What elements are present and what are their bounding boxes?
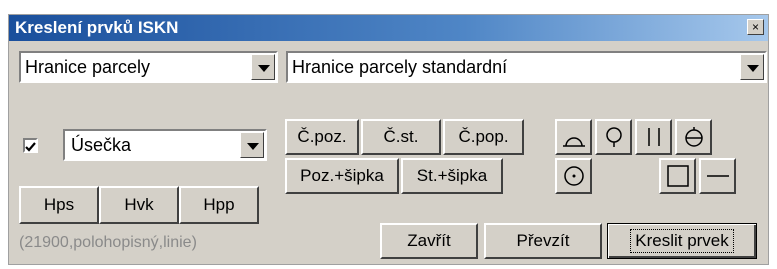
draw-element-label: Kreslit prvek xyxy=(630,229,734,253)
circle-dot-icon xyxy=(563,166,584,186)
hps-button[interactable]: Hps xyxy=(19,186,99,224)
chevron-down-icon[interactable] xyxy=(240,132,264,158)
circle-dot-button[interactable] xyxy=(555,158,592,194)
checkmark-icon xyxy=(25,142,36,152)
square-button[interactable] xyxy=(659,158,696,194)
close-button[interactable]: Zavřít xyxy=(380,223,478,259)
chevron-down-icon[interactable] xyxy=(740,54,764,80)
arc-bottom-icon xyxy=(562,137,585,147)
hvk-button[interactable]: Hvk xyxy=(99,186,179,224)
title-bar: Kreslení prvků ISKN × xyxy=(9,15,768,41)
dialog-window: Kreslení prvků ISKN × Hranice parcely Hr… xyxy=(8,14,769,265)
type-checkbox[interactable] xyxy=(23,138,38,153)
square-icon xyxy=(666,165,689,187)
status-text: (21900,polohopisný,linie) xyxy=(19,234,197,251)
cpoz-button[interactable]: Č.poz. xyxy=(285,119,359,155)
arc-top-button[interactable] xyxy=(595,119,632,155)
arc-bottom-button[interactable] xyxy=(555,119,592,155)
close-window-button[interactable]: × xyxy=(747,19,764,35)
two-lines-button[interactable] xyxy=(635,119,672,155)
hpp-button[interactable]: Hpp xyxy=(179,186,259,224)
arc-top-icon xyxy=(605,127,622,147)
poz-sipka-button[interactable]: Poz.+šipka xyxy=(285,158,399,194)
draw-element-button[interactable]: Kreslit prvek xyxy=(607,223,757,259)
two-lines-icon xyxy=(647,128,660,146)
type-combo[interactable]: Úsečka xyxy=(63,129,267,161)
layer-combo[interactable]: Hranice parcely xyxy=(19,51,278,83)
cpop-button[interactable]: Č.pop. xyxy=(443,119,524,155)
style-combo-value: Hranice parcely standardní xyxy=(292,57,508,77)
take-button[interactable]: Převzít xyxy=(484,223,602,259)
st-sipka-button[interactable]: St.+šipka xyxy=(401,158,503,194)
circle-line-icon xyxy=(684,127,703,147)
chevron-down-icon[interactable] xyxy=(251,54,275,80)
cst-button[interactable]: Č.st. xyxy=(361,119,441,155)
type-combo-value: Úsečka xyxy=(71,135,132,155)
circle-line-button[interactable] xyxy=(675,119,712,155)
window-title: Kreslení prvků ISKN xyxy=(15,18,179,37)
layer-combo-value: Hranice parcely xyxy=(25,57,151,77)
dash-button[interactable] xyxy=(699,158,736,194)
dash-icon xyxy=(706,175,729,177)
style-combo[interactable]: Hranice parcely standardní xyxy=(286,51,767,83)
